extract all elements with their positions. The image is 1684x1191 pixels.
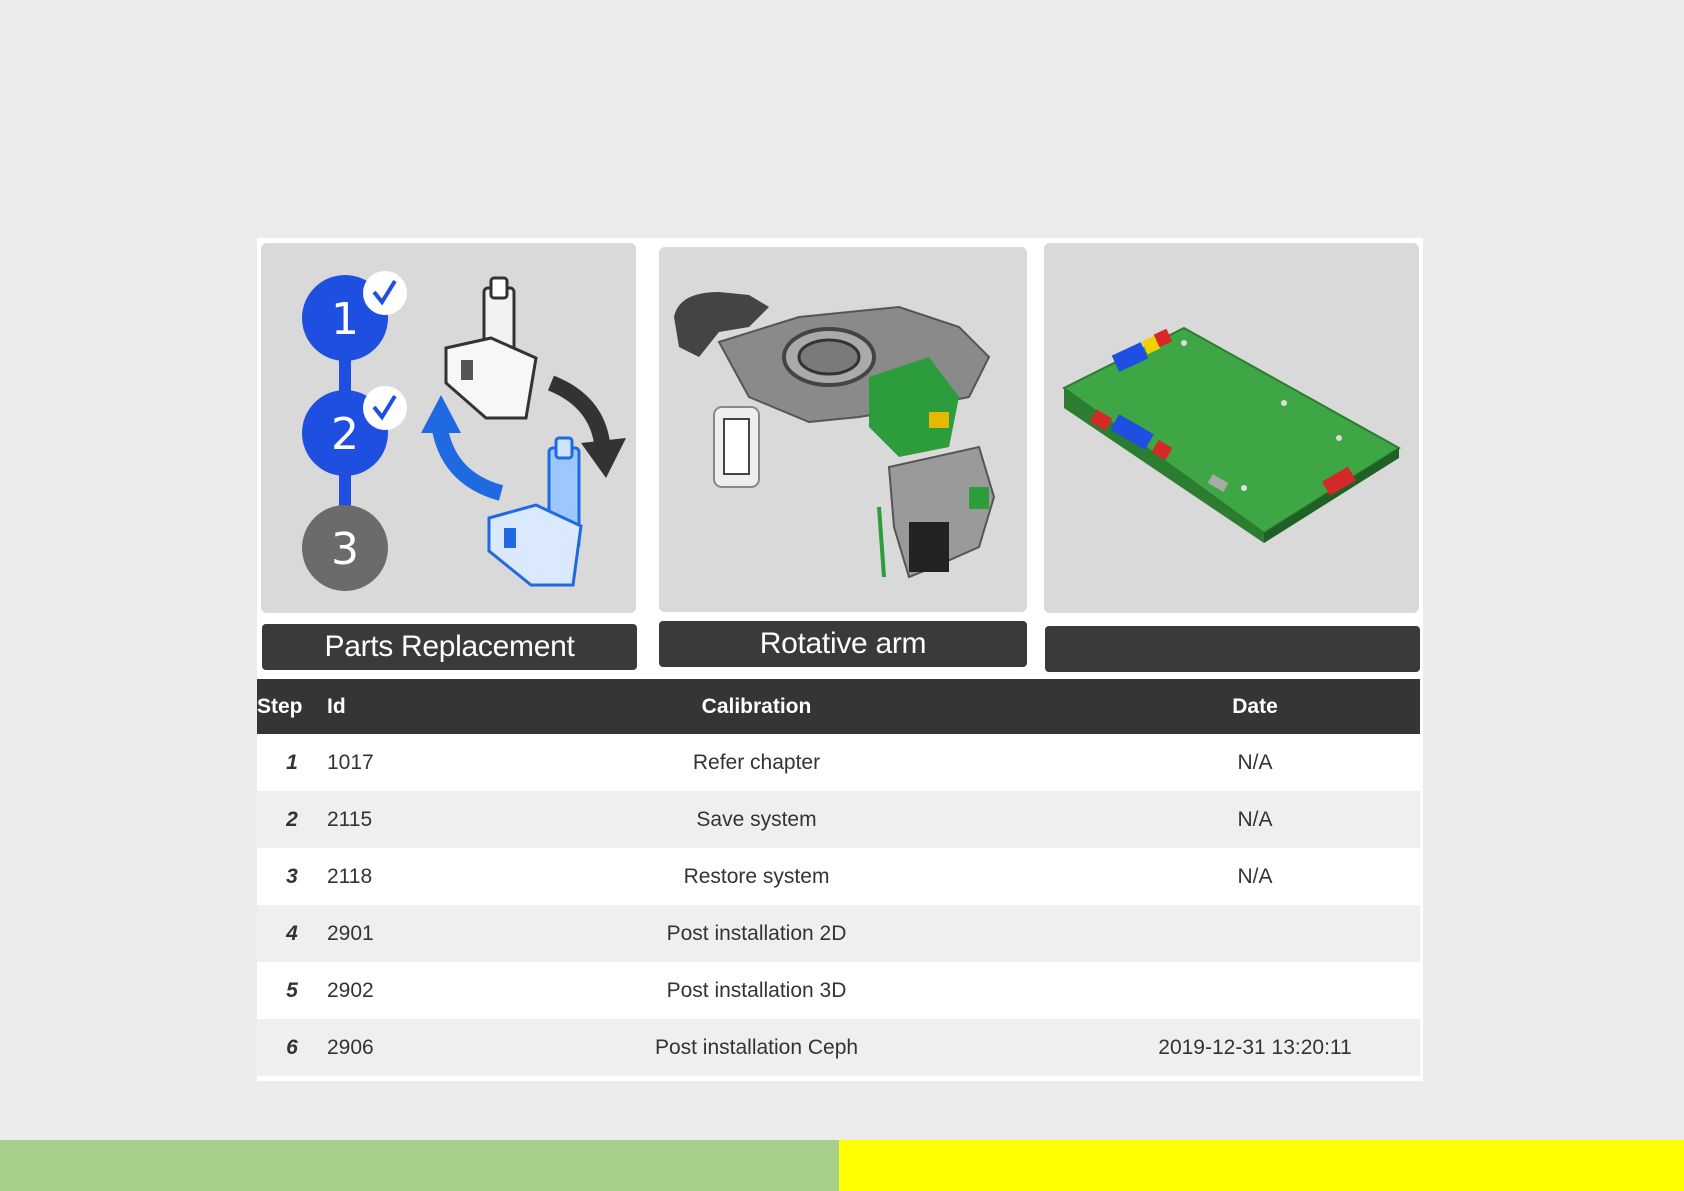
table-row[interactable]: 2 2115 Save system N/A [257, 791, 1420, 848]
rotative-arm-icon [659, 247, 1027, 612]
yellow-footer-bar [839, 1140, 1684, 1191]
table-row[interactable]: 5 2902 Post installation 3D [257, 962, 1420, 1019]
table-row[interactable]: 1 1017 Refer chapter N/A [257, 734, 1420, 791]
calibration-link[interactable]: Refer chapter [423, 734, 1090, 791]
calibration-link[interactable]: Post installation Ceph [423, 1019, 1090, 1076]
green-footer-bar [0, 1140, 839, 1191]
table-row[interactable]: 6 2906 Post installation Ceph 2019-12-31… [257, 1019, 1420, 1076]
row-date [1090, 905, 1420, 962]
card-label-circuit-board[interactable] [1045, 626, 1420, 672]
row-date: N/A [1237, 807, 1273, 831]
svg-text:1: 1 [331, 294, 359, 345]
parts-replacement-card[interactable]: 1 2 3 [261, 243, 636, 613]
row-step: 4 [286, 921, 298, 945]
table-row[interactable]: 3 2118 Restore system N/A [257, 848, 1420, 905]
card-label-rotative-arm[interactable]: Rotative arm [659, 621, 1027, 667]
table-row[interactable]: 4 2901 Post installation 2D [257, 905, 1420, 962]
row-id: 2115 [327, 807, 373, 831]
rotative-arm-card[interactable] [659, 247, 1027, 612]
row-id: 1017 [327, 750, 374, 774]
calibration-link[interactable]: Post installation 2D [423, 905, 1090, 962]
row-step: 6 [286, 1035, 298, 1059]
table-header-row: Step Id Calibration Date [257, 679, 1420, 734]
row-id: 2901 [327, 921, 374, 945]
row-step: 5 [286, 978, 298, 1002]
parts-replacement-icon: 1 2 3 [261, 243, 636, 613]
row-id: 2906 [327, 1035, 374, 1059]
svg-text:3: 3 [331, 524, 359, 575]
row-step: 3 [286, 864, 298, 888]
row-date [1090, 962, 1420, 1019]
header-date[interactable]: Date [1090, 679, 1420, 734]
header-step[interactable]: Step [257, 679, 327, 734]
row-step: 2 [286, 807, 298, 831]
row-id: 2118 [327, 864, 373, 888]
header-calibration[interactable]: Calibration [423, 679, 1090, 734]
header-id[interactable]: Id [327, 679, 423, 734]
row-date: N/A [1237, 750, 1273, 774]
row-date: 2019-12-31 13:20:11 [1158, 1035, 1352, 1059]
card-label-parts-replacement[interactable]: Parts Replacement [262, 624, 637, 670]
calibration-link[interactable]: Save system [423, 791, 1090, 848]
row-step: 1 [286, 750, 298, 774]
calibration-panel: 1 2 3 Parts Replacement Rotative arm Ste… [257, 238, 1423, 1081]
row-date: N/A [1237, 864, 1273, 888]
circuit-board-card[interactable] [1044, 243, 1419, 613]
svg-text:2: 2 [331, 409, 359, 460]
calibration-link[interactable]: Restore system [423, 848, 1090, 905]
row-id: 2902 [327, 978, 374, 1002]
circuit-board-icon [1044, 243, 1419, 613]
calibration-link[interactable]: Post installation 3D [423, 962, 1090, 1019]
calibration-table: Step Id Calibration Date 1 1017 Refer ch… [257, 679, 1420, 1076]
